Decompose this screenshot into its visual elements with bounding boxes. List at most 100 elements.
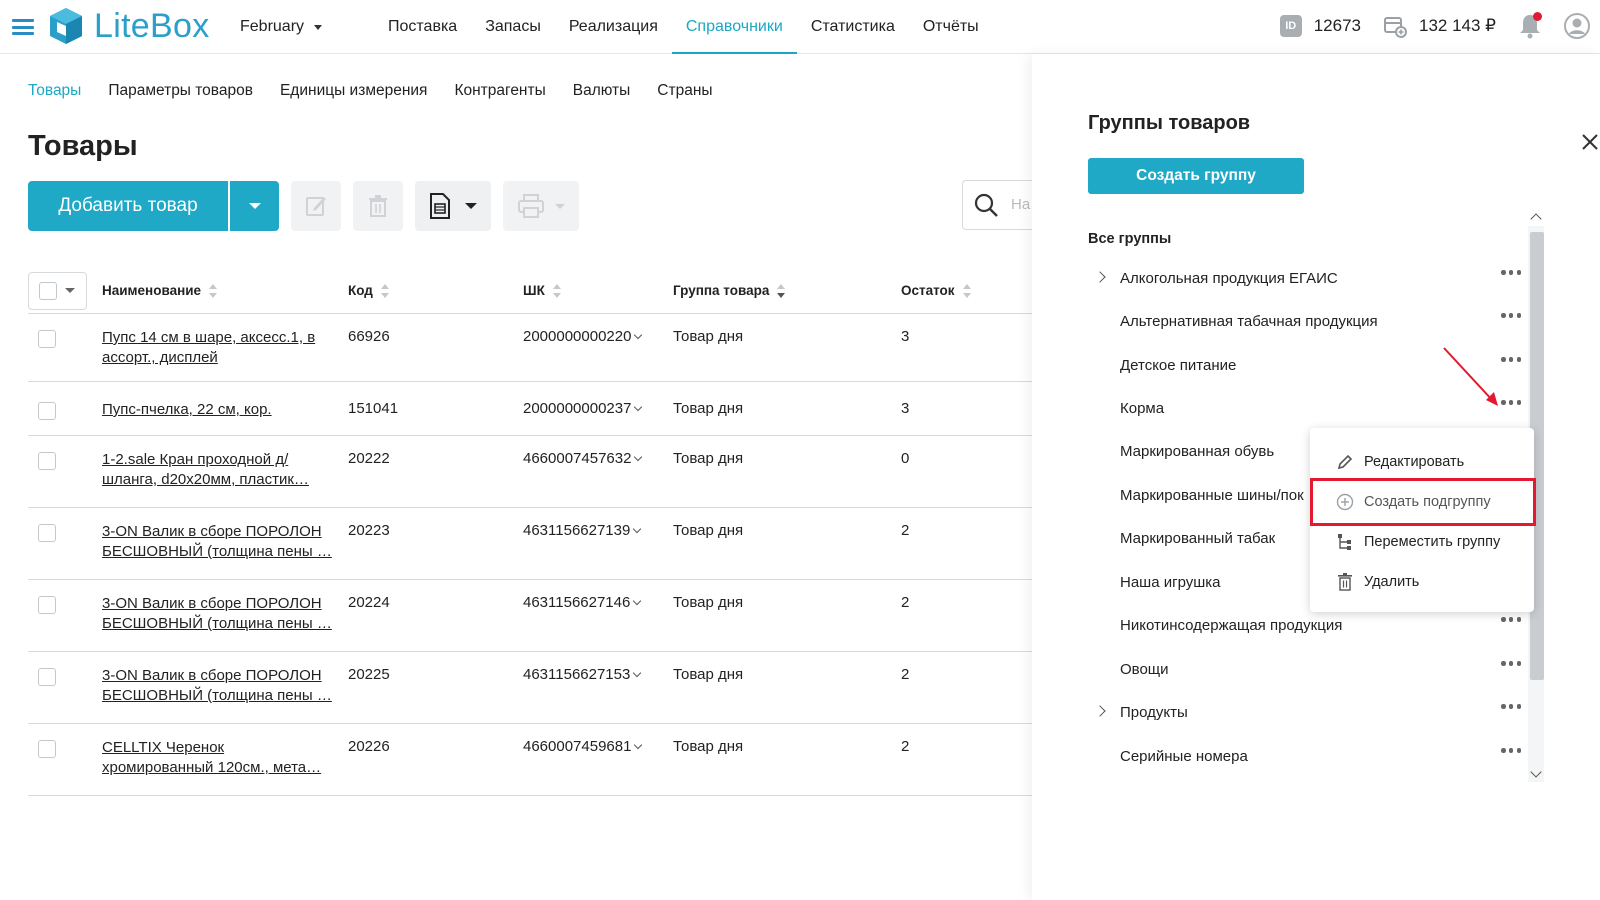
product-name-link[interactable]: 3-ON Валик в сборе ПОРОЛОН БЕСШОВНЫЙ (то… [102,522,334,562]
table-body: Пупс 14 см в шаре, аксесс.1, в ассорт., … [28,314,1032,796]
bell-icon[interactable] [1518,12,1542,40]
product-name-link[interactable]: Пупс 14 см в шаре, аксесс.1, в ассорт., … [102,328,334,368]
nav-item-supply[interactable]: Поставка [374,0,471,54]
export-button[interactable] [415,181,491,231]
group-label: Маркированная обувь [1120,443,1275,460]
group-item[interactable]: Серийные номера [1096,746,1526,768]
row-checkbox[interactable] [38,330,56,348]
nav-item-reports[interactable]: Отчёты [909,0,993,54]
delete-button[interactable] [353,181,403,231]
code-cell: 151041 [348,400,399,417]
table-row[interactable]: Пупс-пчелка, 22 см, кор. 151041 2000000000… [28,382,1032,436]
tab-countries[interactable]: Страны [657,82,712,100]
column-header-barcode[interactable]: ШК [523,283,673,298]
panel-title: Группы товаров [1088,112,1251,134]
group-item[interactable]: Алкогольная продукция ЕГАИС [1094,268,1526,290]
chevron-down-icon[interactable] [634,330,643,340]
rest-cell: 2 [901,738,910,755]
chevron-down-icon[interactable] [633,596,642,606]
chevron-down-icon[interactable] [634,740,643,750]
close-icon[interactable] [1580,132,1600,152]
column-header-name[interactable]: Наименование [102,283,348,298]
more-options-icon[interactable] [1501,357,1521,362]
column-header-group[interactable]: Группа товара [673,283,901,298]
group-label: Никотинсодержащая продукция [1120,617,1343,634]
group-label: Наша игрушка [1120,574,1221,591]
more-options-icon[interactable] [1501,270,1521,275]
add-product-dropdown-button[interactable] [230,181,279,231]
group-cell: Товар дня [673,522,744,539]
more-options-icon[interactable] [1501,704,1521,709]
chevron-right-icon[interactable] [1094,271,1106,283]
month-selector[interactable]: February [240,18,323,36]
checkbox[interactable] [39,281,57,300]
table-row[interactable]: 3-ON Валик в сборе ПОРОЛОН БЕСШОВНЫЙ (то… [28,508,1032,580]
chevron-down-icon[interactable] [634,452,643,462]
print-button[interactable] [503,181,579,231]
group-item[interactable]: Продукты [1094,702,1526,724]
table-row[interactable]: Пупс 14 см в шаре, аксесс.1, в ассорт., … [28,314,1032,382]
code-cell: 20226 [348,738,390,755]
menu-item-move-group[interactable]: Переместить группу [1336,530,1500,554]
edit-button[interactable] [291,181,341,231]
tab-currencies[interactable]: Валюты [573,82,631,100]
add-product-button[interactable]: Добавить товар [28,181,228,231]
rest-cell: 2 [901,522,910,539]
more-options-icon[interactable] [1501,748,1521,753]
tab-counterparties[interactable]: Контрагенты [454,82,545,100]
row-checkbox[interactable] [38,668,56,686]
more-options-icon[interactable] [1501,661,1521,666]
row-checkbox[interactable] [38,596,56,614]
chevron-down-icon[interactable] [633,668,642,678]
table-row[interactable]: CELLTIX Черенок хромированный 120см., ме… [28,724,1032,796]
select-all-checkbox[interactable] [28,271,87,310]
group-item[interactable]: Альтернативная табачная продукция [1096,311,1526,333]
nav-item-statistics[interactable]: Статистика [797,0,909,54]
row-checkbox[interactable] [38,452,56,470]
search-icon [974,193,998,217]
avatar-icon[interactable] [1564,13,1590,39]
chevron-down-icon[interactable] [633,524,642,534]
nav-item-directories[interactable]: Справочники [671,0,797,54]
table-row[interactable]: 1-2.sale Кран проходной д/шланга, d20x20… [28,436,1032,508]
search-field[interactable]: На [962,180,1042,230]
column-header-code[interactable]: Код [348,283,523,298]
more-options-icon[interactable] [1501,617,1521,622]
more-options-icon[interactable] [1501,313,1521,318]
id-icon: ID [1279,15,1302,37]
table-row[interactable]: 3-ON Валик в сборе ПОРОЛОН БЕСШОВНЫЙ (то… [28,652,1032,724]
menu-item-delete[interactable]: Удалить [1336,570,1419,594]
tab-products[interactable]: Товары [28,82,81,100]
nav-item-stock[interactable]: Запасы [471,0,555,54]
tab-units[interactable]: Единицы измерения [280,82,427,100]
caret-down-icon[interactable] [65,288,75,293]
group-item[interactable]: Овощи [1096,659,1526,681]
product-name-link[interactable]: CELLTIX Черенок хромированный 120см., ме… [102,738,334,778]
all-groups-label[interactable]: Все группы [1088,231,1171,247]
product-name-link[interactable]: Пупс-пчелка, 22 см, кор. [102,400,334,420]
logo[interactable]: LiteBox [46,6,210,46]
chevron-down-icon[interactable] [634,402,643,412]
table-row[interactable]: 3-ON Валик в сборе ПОРОЛОН БЕСШОВНЫЙ (то… [28,580,1032,652]
product-name-link[interactable]: 3-ON Валик в сборе ПОРОЛОН БЕСШОВНЫЙ (то… [102,594,334,634]
barcode-cell: 2000000000220 [523,314,673,381]
nav-item-sales[interactable]: Реализация [555,0,672,54]
month-label: February [240,18,305,35]
more-options-icon[interactable] [1501,400,1521,405]
document-icon [430,193,450,219]
row-checkbox[interactable] [38,524,56,542]
create-group-button[interactable]: Создать группу [1088,158,1304,194]
tab-product-params[interactable]: Параметры товаров [108,82,253,100]
chevron-right-icon[interactable] [1094,705,1106,717]
sort-icon [777,283,786,298]
menu-icon[interactable] [12,19,34,35]
product-name-link[interactable]: 1-2.sale Кран проходной д/шланга, d20x20… [102,450,334,490]
row-checkbox[interactable] [38,740,56,758]
menu-item-edit[interactable]: Редактировать [1336,450,1464,474]
header-right: ID 12673 132 143 ₽ [1279,12,1590,40]
barcode-value: 2000000000220 [523,328,632,345]
group-item[interactable]: Никотинсодержащая продукция [1096,615,1526,637]
row-checkbox[interactable] [38,402,56,420]
product-name-link[interactable]: 3-ON Валик в сборе ПОРОЛОН БЕСШОВНЫЙ (то… [102,666,334,706]
column-header-rest[interactable]: Остаток [901,283,981,298]
